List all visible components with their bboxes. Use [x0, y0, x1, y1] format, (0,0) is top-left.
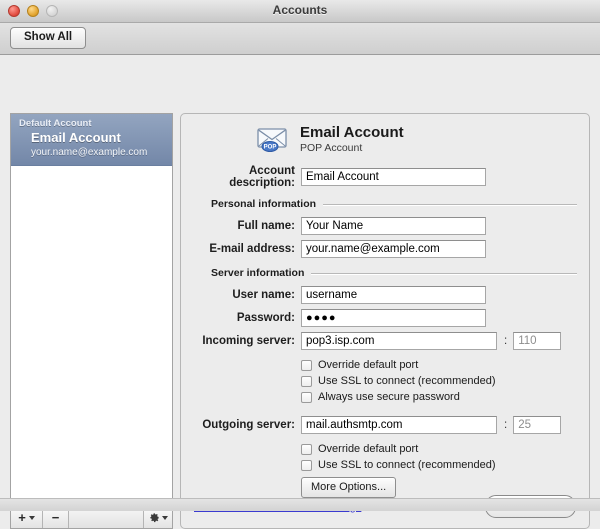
- account-kind-label: Default Account: [19, 118, 92, 129]
- account-description-input[interactable]: Email Account: [301, 168, 486, 186]
- password-input[interactable]: ●●●●: [301, 309, 486, 327]
- window-bottom-strip: [0, 498, 600, 511]
- list-item[interactable]: Default Account Email Account your.name@…: [11, 114, 172, 166]
- panel-subtitle: POP Account: [300, 142, 363, 154]
- personal-information-section-header: Personal information: [181, 198, 589, 210]
- full-name-row: Full name: Your Name: [181, 217, 589, 235]
- email-address-label: E-mail address:: [209, 243, 295, 255]
- account-description-row: Account description: Email Account: [181, 165, 589, 189]
- checkbox-box: [301, 443, 312, 455]
- title-bar: Accounts: [0, 0, 600, 23]
- window-title: Accounts: [272, 3, 328, 17]
- outgoing-server-row: Outgoing server: mail.authsmtp.com : 25: [181, 416, 589, 434]
- checkbox-box: [301, 391, 312, 403]
- chevron-down-icon: [28, 515, 35, 520]
- chevron-down-icon: [161, 515, 168, 520]
- checkbox-box: [301, 359, 312, 371]
- email-address-input[interactable]: your.name@example.com: [301, 240, 486, 258]
- checkbox-label: Use SSL to connect (recommended): [318, 459, 496, 471]
- user-name-input[interactable]: username: [301, 286, 486, 304]
- accounts-sidebar: Default Account Email Account your.name@…: [10, 113, 173, 529]
- user-name-row: User name: username: [181, 286, 589, 304]
- svg-text:POP: POP: [264, 144, 277, 150]
- plus-icon: +: [18, 509, 26, 525]
- server-information-title: Server information: [211, 267, 305, 279]
- gear-icon: [149, 513, 159, 523]
- account-description-label: Account description:: [229, 165, 295, 189]
- email-pop-icon: POP: [257, 127, 291, 153]
- outgoing-port-input[interactable]: 25: [513, 416, 562, 434]
- full-name-label: Full name:: [237, 220, 295, 232]
- section-divider: [311, 272, 577, 274]
- password-row: Password: ●●●●: [181, 309, 589, 327]
- personal-information-title: Personal information: [211, 198, 317, 210]
- accounts-list[interactable]: Default Account Email Account your.name@…: [11, 114, 172, 506]
- outgoing-server-input[interactable]: mail.authsmtp.com: [301, 416, 497, 434]
- incoming-server-input[interactable]: pop3.isp.com: [301, 332, 497, 350]
- minus-icon: −: [51, 509, 60, 525]
- checkbox-label: Override default port: [318, 359, 419, 371]
- incoming-override-default-port-checkbox[interactable]: Override default port: [301, 359, 589, 371]
- user-name-label: User name:: [232, 289, 295, 301]
- incoming-port-input[interactable]: 110: [513, 332, 562, 350]
- account-name-label: Email Account: [31, 130, 121, 145]
- checkbox-box: [301, 459, 312, 471]
- outgoing-server-label: Outgoing server:: [202, 419, 295, 431]
- panel-header: POP Email Account POP Account: [181, 114, 589, 159]
- outgoing-use-ssl-checkbox[interactable]: Use SSL to connect (recommended): [301, 459, 589, 471]
- incoming-server-row: Incoming server: pop3.isp.com : 110: [181, 332, 589, 350]
- server-information-section-header: Server information: [181, 267, 589, 279]
- show-all-button[interactable]: Show All: [10, 27, 87, 49]
- password-label: Password:: [236, 312, 295, 324]
- incoming-server-label: Incoming server:: [202, 335, 295, 347]
- checkbox-label: Always use secure password: [318, 391, 460, 403]
- toolbar: Show All: [0, 23, 600, 55]
- accounts-window: Accounts Show All Default Account Email …: [0, 0, 600, 529]
- account-email-label: your.name@example.com: [31, 147, 148, 158]
- incoming-use-ssl-checkbox[interactable]: Use SSL to connect (recommended): [301, 375, 589, 387]
- section-divider: [323, 203, 577, 205]
- checkbox-box: [301, 375, 312, 387]
- checkbox-label: Override default port: [318, 443, 419, 455]
- incoming-port-separator: :: [504, 335, 508, 347]
- outgoing-port-separator: :: [504, 419, 508, 431]
- incoming-secure-password-checkbox[interactable]: Always use secure password: [301, 391, 589, 403]
- panel-title: Email Account: [300, 124, 404, 141]
- account-settings-panel: POP Email Account POP Account Account de…: [180, 113, 590, 529]
- full-name-input[interactable]: Your Name: [301, 217, 486, 235]
- outgoing-override-default-port-checkbox[interactable]: Override default port: [301, 443, 589, 455]
- checkbox-label: Use SSL to connect (recommended): [318, 375, 496, 387]
- panel-header-text: Email Account POP Account: [300, 124, 404, 155]
- email-address-row: E-mail address: your.name@example.com: [181, 240, 589, 258]
- content-area: Default Account Email Account your.name@…: [0, 55, 600, 529]
